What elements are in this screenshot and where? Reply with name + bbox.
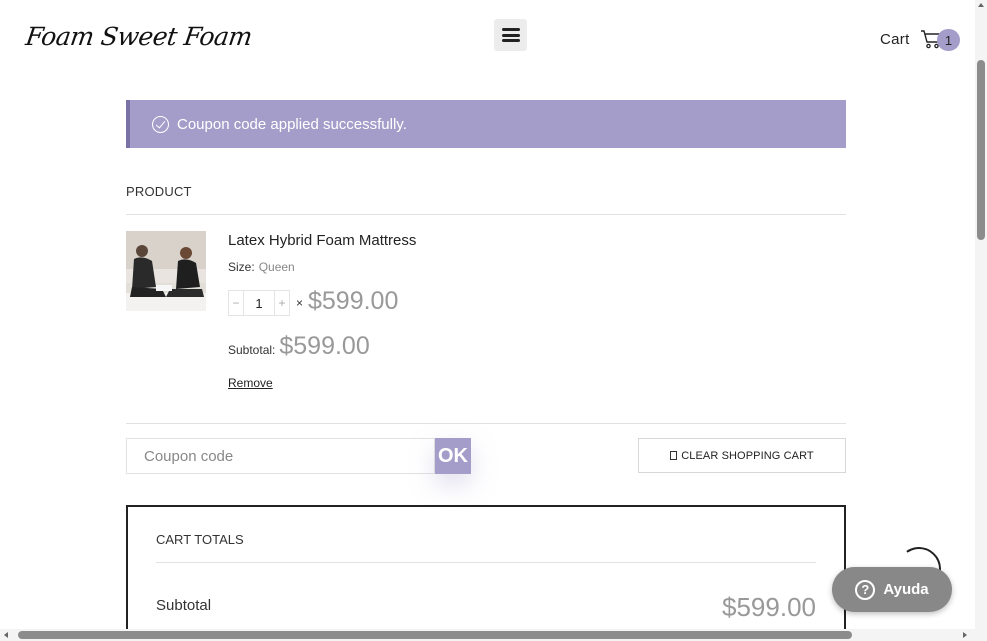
quantity-input[interactable]: 1: [244, 290, 274, 316]
cart-label: Cart: [880, 30, 910, 48]
scroll-right-arrow-icon[interactable]: [963, 632, 967, 638]
check-circle-icon: [152, 115, 169, 133]
coupon-code-input[interactable]: [126, 438, 435, 474]
hamburger-menu-icon: [501, 28, 520, 42]
notice-text: Coupon code applied successfully.: [177, 115, 407, 133]
horizontal-scroll-thumb[interactable]: [18, 631, 852, 639]
product-size: Size: Queen: [228, 260, 295, 274]
times-sign: ×: [296, 296, 304, 310]
clear-cart-label: CLEAR SHOPPING CART: [681, 449, 814, 462]
totals-subtotal-label: Subtotal: [156, 597, 212, 614]
product-name[interactable]: Latex Hybrid Foam Mattress: [228, 232, 416, 249]
vertical-scrollbar[interactable]: [975, 0, 987, 641]
menu-toggle-button[interactable]: [494, 19, 527, 51]
size-value: Queen: [258, 260, 295, 274]
clear-shopping-cart-button[interactable]: CLEAR SHOPPING CART: [638, 438, 846, 473]
vertical-scroll-thumb[interactable]: [977, 60, 985, 240]
cart-count-badge: 1: [937, 29, 960, 51]
cart-totals-title: CART TOTALS: [156, 532, 244, 547]
divider: [126, 423, 846, 424]
cart-totals-panel: CART TOTALS Subtotal $599.00: [126, 505, 846, 641]
size-label: Size:: [228, 260, 255, 274]
site-header: Foam Sweet Foam Cart 1: [0, 0, 975, 80]
item-subtotal-label: Subtotal:: [228, 343, 276, 357]
help-label: Ayuda: [883, 581, 929, 598]
quantity-stepper: − 1 +: [228, 290, 290, 316]
divider: [126, 214, 846, 215]
coupon-success-notice: Coupon code applied successfully.: [126, 100, 846, 148]
divider: [156, 562, 816, 563]
scroll-left-arrow-icon[interactable]: [4, 632, 8, 638]
remove-item-link[interactable]: Remove: [228, 376, 273, 390]
totals-subtotal-value: $599.00: [722, 592, 816, 622]
scroll-up-arrow-icon[interactable]: [978, 3, 984, 7]
apply-coupon-button[interactable]: OK: [435, 438, 471, 474]
cart-link[interactable]: Cart 1: [880, 29, 960, 51]
product-thumbnail[interactable]: [126, 231, 206, 311]
quantity-increase-button[interactable]: +: [274, 290, 290, 316]
item-subtotal: Subtotal: $599.00: [228, 332, 370, 361]
quantity-decrease-button[interactable]: −: [228, 290, 244, 316]
horizontal-scrollbar[interactable]: [0, 629, 975, 641]
unit-price: $599.00: [308, 287, 399, 315]
question-circle-icon: ?: [855, 579, 876, 600]
product-column-header: PRODUCT: [126, 184, 192, 199]
item-subtotal-value: $599.00: [279, 332, 370, 360]
site-logo[interactable]: Foam Sweet Foam: [24, 22, 254, 51]
help-button[interactable]: ? Ayuda: [832, 567, 952, 612]
trash-icon: [670, 451, 678, 460]
